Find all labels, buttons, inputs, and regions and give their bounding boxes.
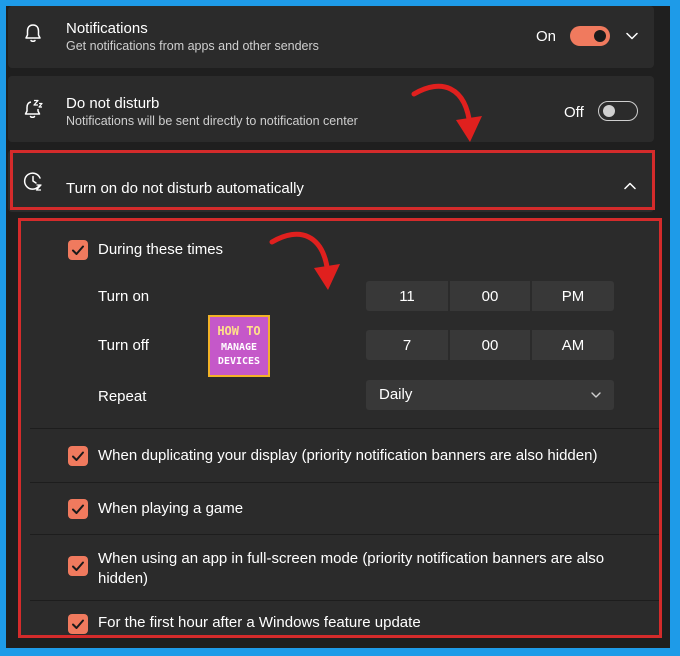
notifications-toggle[interactable] — [570, 26, 610, 46]
dnd-toggle[interactable] — [598, 101, 638, 121]
chevron-down-icon[interactable] — [625, 29, 639, 43]
toggle-knob — [603, 105, 615, 117]
notifications-title: Notifications — [66, 20, 148, 37]
highlight-box-auto-row — [10, 150, 655, 210]
notifications-subtitle: Get notifications from apps and other se… — [66, 39, 319, 53]
dnd-state-label: Off — [564, 104, 584, 121]
bell-zz-icon — [24, 99, 43, 118]
dnd-subtitle: Notifications will be sent directly to n… — [66, 114, 358, 128]
notifications-row[interactable]: Notifications Get notifications from app… — [8, 6, 654, 68]
toggle-knob — [594, 30, 606, 42]
settings-window: Notifications Get notifications from app… — [6, 6, 670, 648]
arrow-annotation-icon — [411, 83, 482, 142]
dnd-title: Do not disturb — [66, 95, 160, 112]
dnd-row[interactable]: Do not disturb Notifications will be sen… — [8, 76, 654, 142]
notifications-state-label: On — [536, 28, 557, 45]
bell-icon — [25, 24, 41, 42]
arrow-annotation-icon — [269, 231, 340, 290]
